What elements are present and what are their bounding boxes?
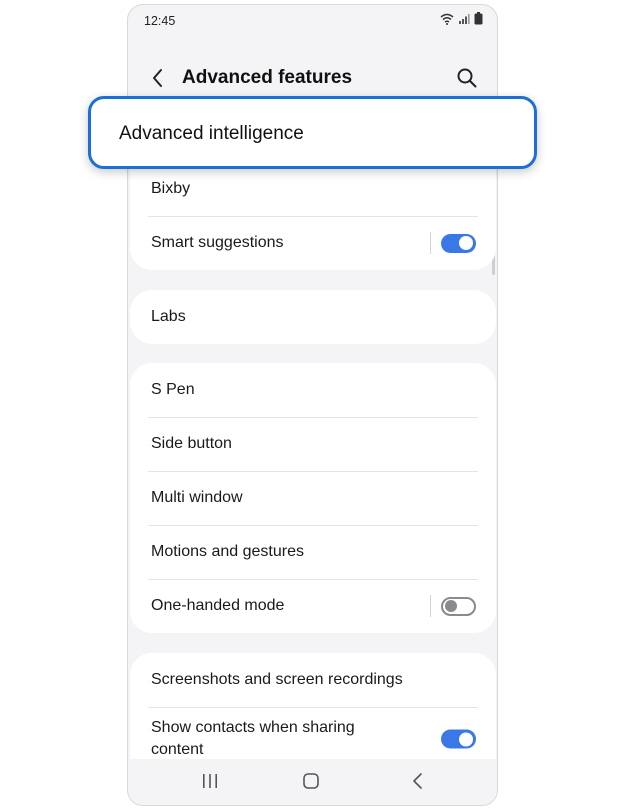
one-handed-mode-toggle[interactable] (441, 596, 476, 616)
navigation-bar (128, 759, 497, 805)
settings-group-device: S Pen Side button Multi window Motions a… (130, 363, 496, 633)
page-title: Advanced features (182, 67, 353, 88)
divider (148, 216, 478, 217)
settings-item-s-pen[interactable]: S Pen (130, 363, 496, 417)
settings-item-screenshots[interactable]: Screenshots and screen recordings (130, 653, 496, 707)
divider (148, 471, 478, 472)
switch-separator (430, 232, 431, 254)
settings-item-labs[interactable]: Labs (130, 290, 496, 344)
settings-group-labs: Labs (130, 290, 496, 344)
settings-item-label: Labs (151, 308, 186, 325)
settings-item-label: Show contacts when sharing content (151, 719, 355, 758)
search-button[interactable] (455, 66, 479, 90)
toggle-wrapper (441, 729, 476, 749)
settings-item-label: Motions and gestures (151, 543, 304, 560)
settings-item-multi-window[interactable]: Multi window (130, 471, 496, 525)
settings-item-label: Screenshots and screen recordings (151, 671, 403, 688)
divider (148, 707, 478, 708)
home-icon (303, 773, 319, 789)
search-icon (457, 68, 477, 88)
status-time: 12:45 (144, 14, 176, 28)
nav-back-button[interactable] (408, 771, 428, 791)
settings-item-motions-and-gestures[interactable]: Motions and gestures (130, 525, 496, 579)
smart-suggestions-toggle[interactable] (441, 233, 476, 253)
settings-item-label: Bixby (151, 180, 191, 197)
toggle-knob (459, 236, 473, 250)
highlighted-item-advanced-intelligence[interactable]: Advanced intelligence (88, 96, 537, 169)
settings-item-label: Side button (151, 435, 232, 452)
divider (148, 525, 478, 526)
toggle-knob (445, 600, 457, 612)
wifi-icon (440, 13, 454, 25)
divider (148, 417, 478, 418)
app-bar: Advanced features (128, 57, 497, 101)
settings-item-label: Multi window (151, 489, 243, 506)
divider (148, 579, 478, 580)
show-contacts-toggle[interactable] (441, 729, 476, 749)
settings-item-smart-suggestions[interactable]: Smart suggestions (130, 216, 496, 270)
settings-item-label: S Pen (151, 381, 195, 398)
settings-item-label: Smart suggestions (151, 234, 284, 251)
home-button[interactable] (301, 771, 321, 791)
back-icon (413, 773, 422, 789)
status-icons (440, 12, 483, 25)
status-bar: 12:45 (128, 5, 497, 37)
settings-item-one-handed-mode[interactable]: One-handed mode (130, 579, 496, 633)
back-arrow-icon (153, 69, 162, 87)
recent-apps-button[interactable] (200, 772, 220, 790)
back-button[interactable] (146, 66, 170, 90)
highlight-label: Advanced intelligence (119, 123, 304, 144)
recent-apps-icon (203, 774, 217, 788)
toggle-wrapper (430, 595, 476, 617)
settings-item-bixby[interactable]: Bixby (130, 162, 496, 216)
battery-icon (474, 12, 483, 25)
settings-item-label: One-handed mode (151, 597, 285, 614)
signal-icon (459, 13, 470, 24)
switch-separator (430, 595, 431, 617)
toggle-knob (459, 732, 473, 746)
settings-item-side-button[interactable]: Side button (130, 417, 496, 471)
toggle-wrapper (430, 232, 476, 254)
